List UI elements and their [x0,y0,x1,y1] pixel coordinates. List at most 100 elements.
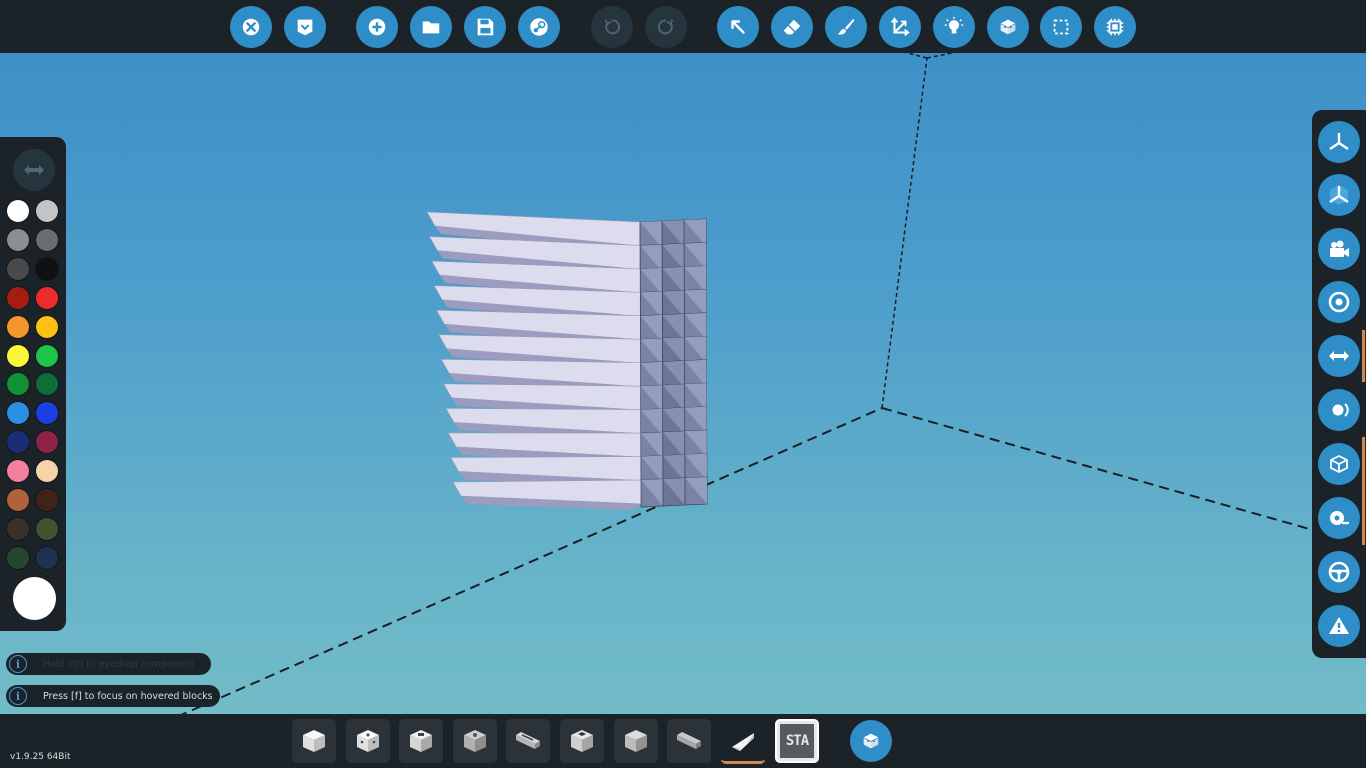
target-icon [1328,291,1350,313]
bounds-button[interactable] [1318,443,1360,485]
color-swatch[interactable] [7,200,29,222]
inventory-slot-5[interactable] [506,719,550,763]
close-icon [242,18,260,36]
microcontroller-button[interactable] [1094,6,1136,48]
close-button[interactable] [230,6,272,48]
color-swatch[interactable] [36,315,58,338]
inventory-slot-4[interactable] [453,719,497,763]
color-swatch[interactable] [36,200,58,222]
block-assembly[interactable] [426,211,708,510]
color-swatch[interactable] [36,344,58,367]
select-tool-button[interactable] [717,6,759,48]
color-palette-panel [0,137,66,631]
color-swatch[interactable] [36,228,58,251]
color-swatch[interactable] [7,460,29,483]
color-swatch[interactable] [36,431,58,454]
selection-box-icon [1053,19,1069,35]
inventory-slot-7[interactable] [614,719,658,763]
view-options-panel [1312,110,1366,658]
save-menu-button[interactable] [284,6,326,48]
color-swatch[interactable] [36,257,58,280]
measure-button[interactable] [1318,497,1360,539]
current-color-swatch[interactable] [13,577,56,620]
redo-button[interactable] [645,6,687,48]
warnings-button[interactable] [1318,605,1360,647]
block-dice-icon [357,730,379,752]
measure-tape-icon [1330,511,1349,525]
save-button[interactable] [464,6,506,48]
logic-view-button[interactable] [933,6,975,48]
paint-tool-button[interactable] [825,6,867,48]
new-vehicle-button[interactable] [356,6,398,48]
block-long-grey-icon [677,732,701,749]
mirror-view-button[interactable] [1318,335,1360,377]
color-swatch[interactable] [7,402,29,425]
workshop-button[interactable] [518,6,560,48]
inventory-slot-9[interactable] [721,719,765,764]
light-bulb-icon [944,16,964,34]
inventory-slot-8[interactable] [667,719,711,763]
color-swatch[interactable] [36,460,58,483]
inventory-slot-1[interactable] [292,719,336,763]
top-toolbar [0,0,1366,53]
undo-button[interactable] [591,6,633,48]
microcontroller-icon [1106,18,1124,36]
inventory-slot-2[interactable] [346,719,390,763]
seat-view-button[interactable] [1318,551,1360,593]
block-wedge-icon [732,733,754,751]
inventory-slot-6[interactable] [560,719,604,763]
block-long-slot-icon [516,732,540,749]
lighting-button[interactable] [1318,389,1360,431]
inventory-button[interactable] [850,720,892,762]
build-viewport[interactable] [0,0,1366,768]
move-tool-button[interactable] [879,6,921,48]
warning-icon [1329,617,1349,634]
steering-wheel-icon [1328,561,1350,583]
color-swatch[interactable] [36,286,58,309]
hint-focus: i Press [f] to focus on hovered blocks [6,685,220,707]
mirror-arrows-icon [1329,351,1349,361]
color-swatch[interactable] [7,257,29,280]
color-swatch[interactable] [36,546,58,569]
color-swatch[interactable] [7,546,29,569]
color-swatch[interactable] [7,517,29,540]
lighting-icon [1332,403,1349,417]
mirror-toggle-button[interactable] [13,149,55,191]
color-swatch[interactable] [7,489,29,511]
color-swatch[interactable] [36,373,58,396]
eraser-tool-button[interactable] [771,6,813,48]
select-arrow-icon [731,20,745,34]
axis-view-solid-button[interactable] [1318,174,1360,216]
color-swatch[interactable] [36,517,58,540]
inventory-slot-10[interactable]: STA [775,719,819,763]
color-swatch[interactable] [7,344,29,367]
axis-view-solid-icon [1329,185,1349,205]
load-button[interactable] [410,6,452,48]
info-icon: i [9,687,27,705]
color-swatch[interactable] [7,286,29,309]
hint-eyedrop: i Hold ctrl to eyedrop component [6,653,211,675]
inventory-slot-3[interactable] [399,719,443,763]
new-vehicle-icon [368,18,386,36]
color-swatch[interactable] [7,228,29,251]
camera-icon [1330,240,1349,257]
center-of-mass-button[interactable] [1318,281,1360,323]
blocks-icon [863,733,879,749]
axis-view-button[interactable] [1318,121,1360,163]
panel-accent [1362,437,1365,545]
blocks-button[interactable] [987,6,1029,48]
camera-button[interactable] [1318,228,1360,270]
color-swatch[interactable] [36,402,58,425]
block-cube-dark-icon [571,730,593,752]
selection-button[interactable] [1040,6,1082,48]
move-axes-icon [891,17,910,36]
steam-icon [530,18,548,36]
undo-icon [604,19,621,35]
hint-text: Hold ctrl to eyedrop component [43,658,195,670]
color-swatch[interactable] [7,373,29,396]
floppy-save-icon [477,18,494,36]
block-cube-vent-icon [464,730,486,752]
color-swatch[interactable] [36,489,58,511]
color-swatch[interactable] [7,431,29,454]
color-swatch[interactable] [7,315,29,338]
